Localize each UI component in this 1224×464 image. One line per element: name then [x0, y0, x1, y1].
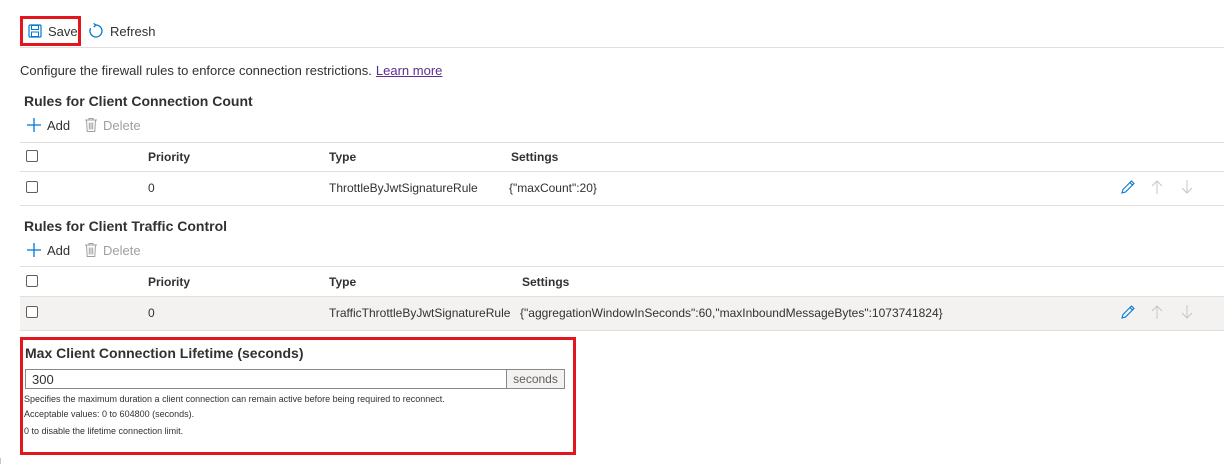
move-down-arrow-icon[interactable] — [1179, 304, 1195, 320]
column-header-type[interactable]: Type — [329, 150, 356, 164]
traffic-control-delete-button[interactable]: Delete — [84, 242, 141, 258]
connection-count-title: Rules for Client Connection Count — [24, 93, 253, 109]
column-header-type[interactable]: Type — [329, 275, 356, 289]
table-border — [20, 266, 1224, 267]
save-button[interactable]: Save — [20, 16, 81, 46]
cell-type: ThrottleByJwtSignatureRule — [329, 181, 478, 195]
trash-icon — [84, 117, 98, 133]
delete-label: Delete — [103, 117, 141, 133]
move-down-arrow-icon[interactable] — [1179, 179, 1195, 195]
table-border — [20, 330, 1224, 331]
cell-priority: 0 — [148, 306, 155, 320]
add-label: Add — [47, 242, 71, 258]
cell-priority: 0 — [148, 181, 155, 195]
edit-pencil-icon[interactable] — [1120, 179, 1136, 195]
select-all-checkbox[interactable] — [26, 275, 38, 287]
connection-count-add-button[interactable]: Add — [26, 117, 70, 133]
lifetime-help-text: Acceptable values: 0 to 604800 (seconds)… — [24, 409, 195, 419]
table-border — [20, 205, 1224, 206]
lifetime-seconds-input[interactable] — [25, 369, 507, 389]
cell-type: TrafficThrottleByJwtSignatureRule — [329, 306, 511, 320]
refresh-button[interactable]: Refresh — [83, 16, 161, 46]
intro-text: Configure the firewall rules to enforce … — [20, 63, 372, 78]
lifetime-title: Max Client Connection Lifetime (seconds) — [25, 345, 304, 361]
refresh-label: Refresh — [110, 23, 156, 39]
connection-count-delete-button[interactable]: Delete — [84, 117, 141, 133]
table-border — [20, 171, 1224, 172]
cell-settings: {"maxCount":20} — [509, 181, 597, 195]
column-header-settings[interactable]: Settings — [511, 150, 558, 164]
plus-icon — [26, 117, 42, 133]
select-all-checkbox[interactable] — [26, 150, 38, 162]
row-checkbox[interactable] — [26, 306, 38, 318]
save-label: Save — [48, 23, 78, 39]
floppy-disk-icon — [28, 24, 42, 38]
cell-settings: {"aggregationWindowInSeconds":60,"maxInb… — [520, 306, 943, 320]
lifetime-help-text: Specifies the maximum duration a client … — [24, 394, 445, 404]
move-up-arrow-icon[interactable] — [1149, 179, 1165, 195]
lifetime-help-text: 0 to disable the lifetime connection lim… — [24, 426, 184, 436]
learn-more-link[interactable]: Learn more — [376, 63, 442, 78]
trash-icon — [84, 242, 98, 258]
column-header-priority[interactable]: Priority — [148, 150, 190, 164]
plus-icon — [26, 242, 42, 258]
divider — [0, 458, 1, 464]
add-label: Add — [47, 117, 71, 133]
traffic-control-title: Rules for Client Traffic Control — [24, 218, 228, 234]
edit-pencil-icon[interactable] — [1120, 304, 1136, 320]
delete-label: Delete — [103, 242, 141, 258]
refresh-icon — [88, 23, 104, 39]
move-up-arrow-icon[interactable] — [1149, 304, 1165, 320]
intro-description: Configure the firewall rules to enforce … — [20, 63, 442, 78]
column-header-settings[interactable]: Settings — [522, 275, 569, 289]
lifetime-unit-suffix: seconds — [506, 369, 565, 389]
table-border — [20, 142, 1224, 143]
column-header-priority[interactable]: Priority — [148, 275, 190, 289]
toolbar-divider — [20, 47, 1224, 48]
row-checkbox[interactable] — [26, 181, 38, 193]
traffic-control-add-button[interactable]: Add — [26, 242, 70, 258]
